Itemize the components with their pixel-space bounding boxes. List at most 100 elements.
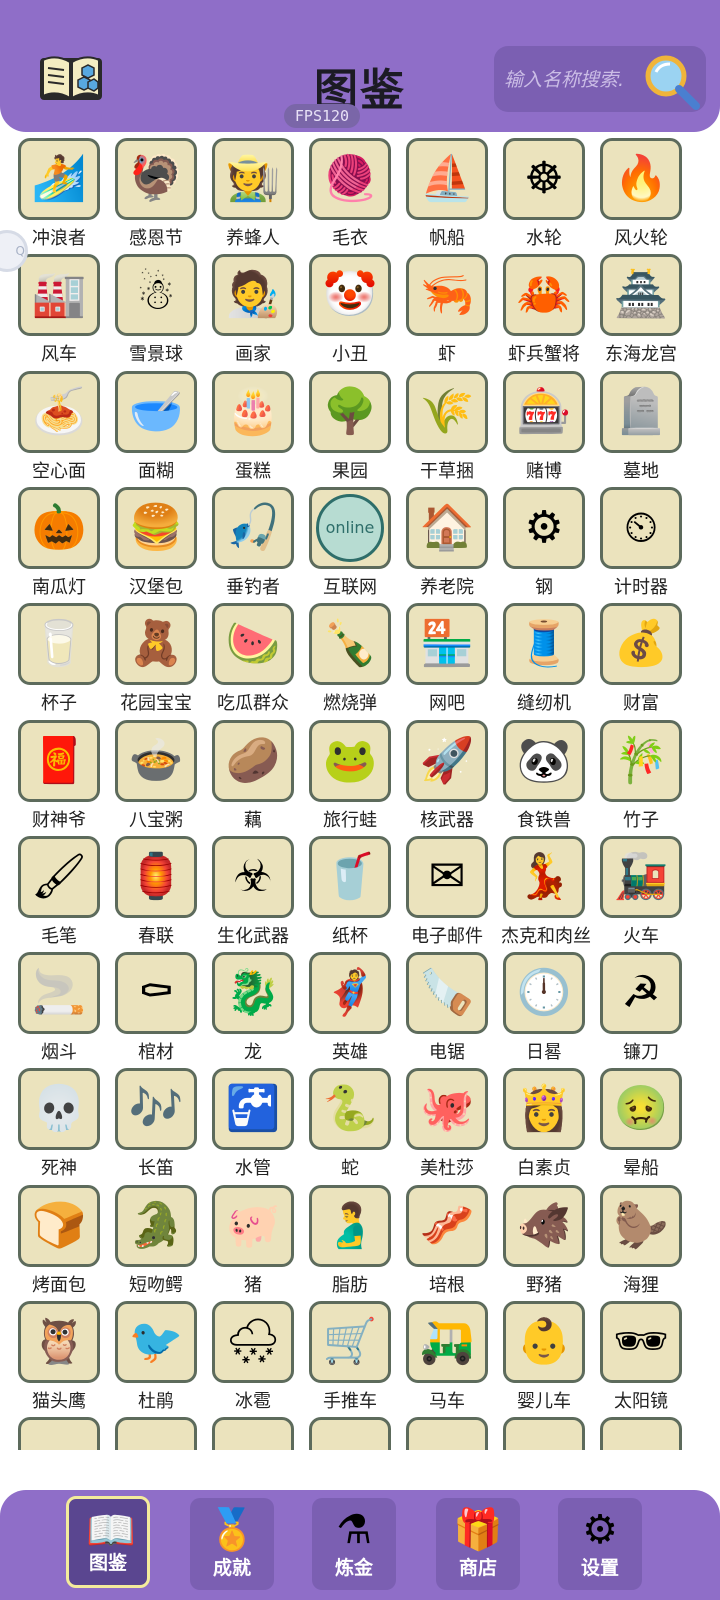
collection-item[interactable]: 🧶 毛衣 bbox=[307, 138, 393, 256]
item-tile[interactable]: 🐍 bbox=[309, 1068, 391, 1150]
item-tile[interactable]: 👶 bbox=[503, 1301, 585, 1383]
collection-item[interactable]: 🐗 野猪 bbox=[501, 1185, 587, 1303]
item-tile[interactable]: 🦀 bbox=[503, 254, 585, 336]
item-tile[interactable]: 💰 bbox=[600, 603, 682, 685]
collection-item[interactable]: 🥛 杯子 bbox=[16, 603, 102, 721]
item-tile[interactable]: 🍲 bbox=[115, 720, 197, 802]
collection-item[interactable]: 🚂 火车 bbox=[598, 836, 684, 954]
item-tile[interactable]: 🌳 bbox=[309, 371, 391, 453]
collection-item[interactable]: 🍲 八宝粥 bbox=[113, 720, 199, 838]
collection-item[interactable]: 🐦 杜鹃 bbox=[113, 1301, 199, 1419]
collection-item[interactable]: 🐼 食铁兽 bbox=[501, 720, 587, 838]
collection-item[interactable]: ☣ 生化武器 bbox=[210, 836, 296, 954]
collection-item[interactable]: 🍔 汉堡包 bbox=[113, 487, 199, 605]
item-tile[interactable]: 🏪 bbox=[406, 603, 488, 685]
item-tile[interactable]: 🐖 bbox=[212, 1185, 294, 1267]
collection-item[interactable]: 🏠 养老院 bbox=[404, 487, 490, 605]
item-tile[interactable]: 🧵 bbox=[503, 603, 585, 685]
collection-item[interactable]: 🪦 墓地 bbox=[598, 371, 684, 489]
item-tile[interactable]: 🎂 bbox=[212, 371, 294, 453]
item-tile[interactable]: ☭ bbox=[600, 952, 682, 1034]
item-tile[interactable]: 👸 bbox=[503, 1068, 585, 1150]
collection-item[interactable]: 🏯 东海龙宫 bbox=[598, 254, 684, 372]
item-tile[interactable]: 🥛 bbox=[18, 603, 100, 685]
collection-item[interactable]: 🐸 旅行蛙 bbox=[307, 720, 393, 838]
nav-tab[interactable]: ⚗ 炼金 bbox=[312, 1498, 396, 1590]
item-tile[interactable]: 🚬 bbox=[18, 952, 100, 1034]
collection-item[interactable]: 🎃 南瓜灯 bbox=[16, 487, 102, 605]
item-tile[interactable]: 🏯 bbox=[600, 254, 682, 336]
item-tile[interactable]: 🧑‍🎨 bbox=[212, 254, 294, 336]
item-tile[interactable]: 🛒 bbox=[309, 1301, 391, 1383]
collection-item[interactable]: 🐙 美杜莎 bbox=[404, 1068, 490, 1186]
collection-item[interactable]: 🖌 毛笔 bbox=[16, 836, 102, 954]
collection-item[interactable]: 👶 婴儿车 bbox=[501, 1301, 587, 1419]
item-tile[interactable]: 🏮 bbox=[115, 836, 197, 918]
collection-item[interactable]: 🍾 燃烧弹 bbox=[307, 603, 393, 721]
item-tile[interactable]: ☃ bbox=[115, 254, 197, 336]
collection-item[interactable]: online 互联网 bbox=[307, 487, 393, 605]
item-tile[interactable]: 🧑‍🌾 bbox=[212, 138, 294, 220]
item-tile[interactable]: 🛺 bbox=[406, 1301, 488, 1383]
item-tile[interactable]: 🎰 bbox=[503, 371, 585, 453]
collection-item[interactable]: 🚀 核武器 bbox=[404, 720, 490, 838]
collection-item[interactable]: 🤡 小丑 bbox=[307, 254, 393, 372]
collection-item[interactable]: 🕛 日晷 bbox=[501, 952, 587, 1070]
item-tile[interactable]: ⚙ bbox=[503, 487, 585, 569]
item-tile[interactable]: 🚂 bbox=[600, 836, 682, 918]
collection-item[interactable]: 🪚 电锯 bbox=[404, 952, 490, 1070]
collection-item[interactable]: 🍞 烤面包 bbox=[16, 1185, 102, 1303]
item-tile[interactable] bbox=[18, 1417, 100, 1450]
item-tile[interactable]: 🐊 bbox=[115, 1185, 197, 1267]
item-tile[interactable]: 🤢 bbox=[600, 1068, 682, 1150]
item-tile[interactable] bbox=[212, 1417, 294, 1450]
item-tile[interactable]: ⚰ bbox=[115, 952, 197, 1034]
item-tile[interactable]: 🏭 bbox=[18, 254, 100, 336]
nav-tab[interactable]: 📖 图鉴 bbox=[66, 1496, 150, 1588]
item-tile[interactable]: 🖌 bbox=[18, 836, 100, 918]
collection-item[interactable]: 🏭 风车 bbox=[16, 254, 102, 372]
item-tile[interactable]: ⏲ bbox=[600, 487, 682, 569]
collection-item[interactable]: 🌨 冰雹 bbox=[210, 1301, 296, 1419]
collection-item[interactable]: 🧑‍🎨 画家 bbox=[210, 254, 296, 372]
item-tile[interactable]: 🦸 bbox=[309, 952, 391, 1034]
nav-tab[interactable]: 🎁 商店 bbox=[436, 1498, 520, 1590]
item-tile[interactable]: 🥓 bbox=[406, 1185, 488, 1267]
collection-item[interactable]: ⚙ 钢 bbox=[501, 487, 587, 605]
collection-item[interactable]: 🫃 脂肪 bbox=[307, 1185, 393, 1303]
item-tile[interactable]: ☣ bbox=[212, 836, 294, 918]
item-tile[interactable]: 🦐 bbox=[406, 254, 488, 336]
item-tile[interactable]: 🍔 bbox=[115, 487, 197, 569]
item-tile[interactable]: 🤡 bbox=[309, 254, 391, 336]
item-tile[interactable]: 🚀 bbox=[406, 720, 488, 802]
item-tile[interactable]: 🍾 bbox=[309, 603, 391, 685]
item-tile[interactable] bbox=[600, 1417, 682, 1450]
collection-item[interactable]: 🎂 蛋糕 bbox=[210, 371, 296, 489]
collection-item[interactable]: 🦸 英雄 bbox=[307, 952, 393, 1070]
collection-item[interactable]: 🛺 马车 bbox=[404, 1301, 490, 1419]
item-tile[interactable]: 🐙 bbox=[406, 1068, 488, 1150]
collection-item[interactable]: 👸 白素贞 bbox=[501, 1068, 587, 1186]
item-tile[interactable]: 🐼 bbox=[503, 720, 585, 802]
item-tile[interactable]: 🌾 bbox=[406, 371, 488, 453]
collection-item[interactable]: ⛵ 帆船 bbox=[404, 138, 490, 256]
collection-item[interactable]: 🏪 网吧 bbox=[404, 603, 490, 721]
item-tile[interactable]: 🚰 bbox=[212, 1068, 294, 1150]
item-tile[interactable]: 💀 bbox=[18, 1068, 100, 1150]
collection-item[interactable]: 🌳 果园 bbox=[307, 371, 393, 489]
item-tile[interactable] bbox=[406, 1417, 488, 1450]
collection-item[interactable]: 🏄 冲浪者 bbox=[16, 138, 102, 256]
item-tile[interactable]: 🎣 bbox=[212, 487, 294, 569]
item-tile[interactable]: 🧸 bbox=[115, 603, 197, 685]
collection-item[interactable]: 🥔 藕 bbox=[210, 720, 296, 838]
collection-item[interactable]: 🐖 猪 bbox=[210, 1185, 296, 1303]
collection-item[interactable]: 🧵 缝纫机 bbox=[501, 603, 587, 721]
item-tile[interactable]: online bbox=[309, 487, 391, 569]
collection-item[interactable]: 🎋 竹子 bbox=[598, 720, 684, 838]
collection-item[interactable]: 🥣 面糊 bbox=[113, 371, 199, 489]
item-tile[interactable] bbox=[309, 1417, 391, 1450]
collection-item[interactable]: 🔥 风火轮 bbox=[598, 138, 684, 256]
search-input[interactable] bbox=[502, 62, 642, 98]
collection-item[interactable]: 🚬 烟斗 bbox=[16, 952, 102, 1070]
item-tile[interactable] bbox=[115, 1417, 197, 1450]
